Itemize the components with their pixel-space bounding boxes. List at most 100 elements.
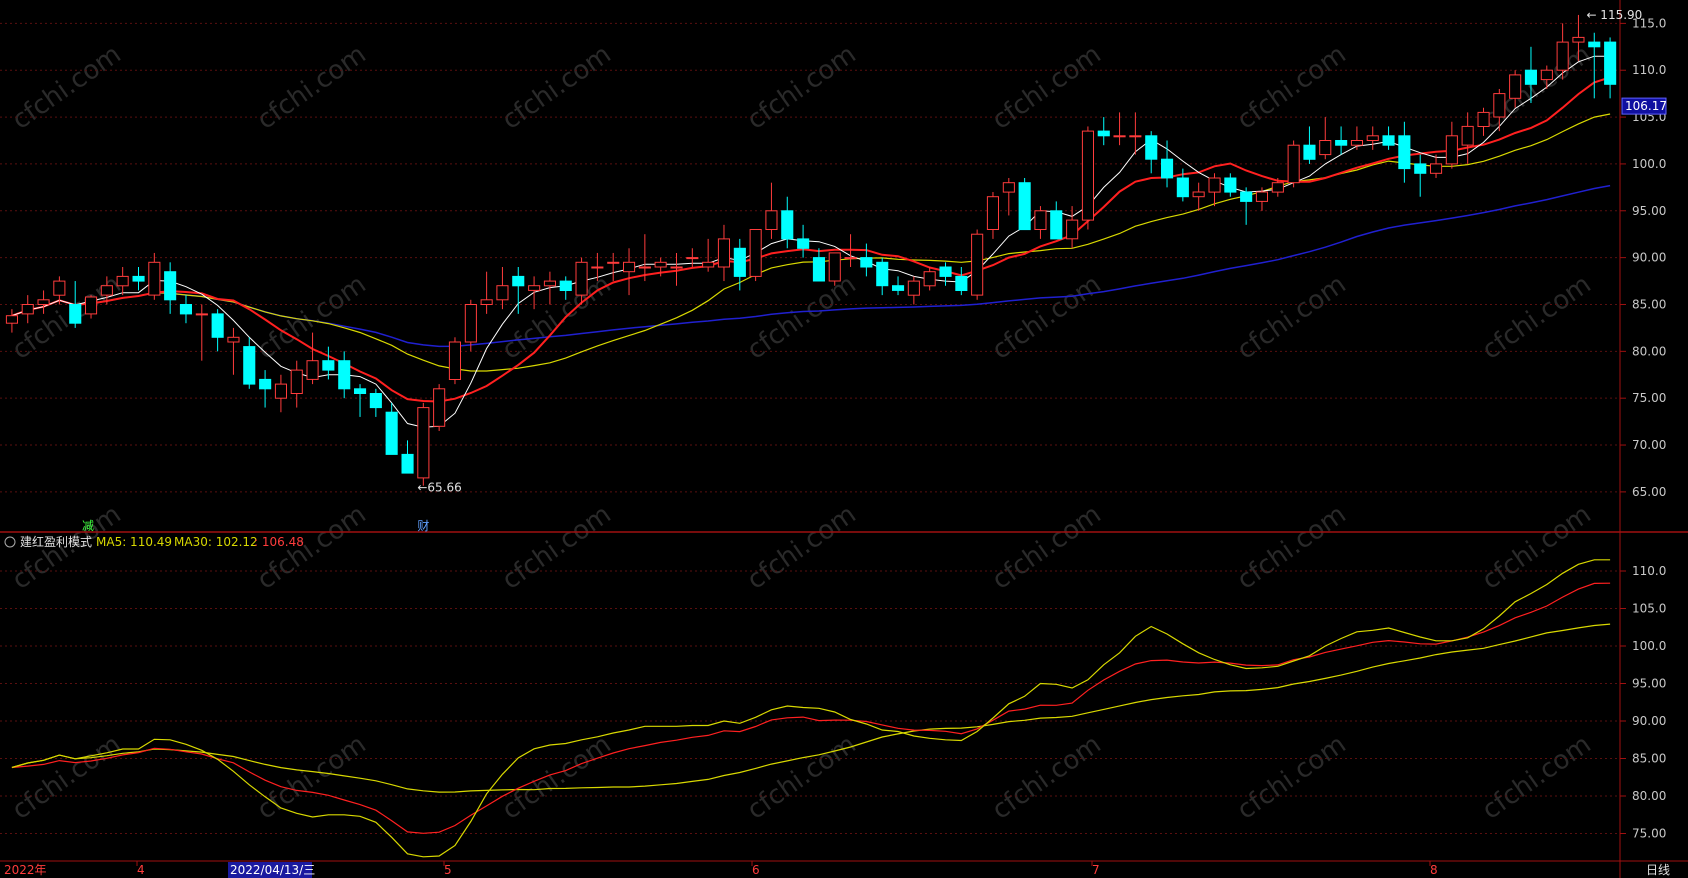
candle (464, 299, 477, 352)
indicator-collapse-icon[interactable] (4, 536, 16, 548)
candle (227, 327, 240, 375)
y-tick-label: 90.00 (1632, 251, 1666, 265)
candle (1018, 177, 1031, 231)
watermark-text: cfchi.com (987, 39, 1107, 135)
watermark-text: cfchi.com (1477, 499, 1597, 595)
candle (892, 276, 905, 296)
y-tick-label: 105.0 (1632, 602, 1666, 616)
candle (717, 224, 731, 282)
candle (733, 238, 746, 291)
candle (1034, 206, 1047, 239)
candle (53, 276, 66, 305)
y-tick-label: 100.0 (1632, 639, 1666, 653)
watermark-text: cfchi.com (1232, 499, 1352, 595)
high-price-annotation: ← 115.90 (1586, 8, 1642, 22)
candle (1081, 126, 1095, 230)
watermark-text: cfchi.com (497, 39, 617, 135)
candle (1477, 107, 1490, 136)
candle (385, 402, 398, 455)
candle (1445, 121, 1458, 169)
watermark-text: cfchi.com (1232, 729, 1352, 825)
candle (21, 295, 34, 324)
x-label-year: 2022年 (4, 863, 47, 877)
candle (1414, 154, 1427, 197)
candle (164, 262, 177, 314)
watermark-text: cfchi.com (7, 729, 127, 825)
y-tick-label: 70.00 (1632, 438, 1666, 452)
ma20-line (11, 113, 1611, 372)
x-label-august: 8 (1430, 863, 1438, 877)
x-label-may: 5 (444, 863, 452, 877)
watermark-text: cfchi.com (1232, 39, 1352, 135)
candle (148, 252, 161, 300)
candle (274, 374, 287, 413)
candle (354, 384, 367, 417)
candle (69, 281, 82, 328)
candle (5, 309, 19, 333)
candle (1382, 126, 1395, 150)
candle (828, 252, 841, 286)
candle (749, 229, 762, 282)
candle (986, 192, 1000, 239)
last-price-tag-label: 106.17 (1625, 99, 1667, 113)
candle (37, 290, 50, 314)
candle (306, 332, 319, 385)
candle (607, 252, 620, 282)
x-label-july: 7 (1092, 863, 1100, 877)
candle (1066, 206, 1079, 249)
candle (1319, 117, 1332, 160)
watermark-text: cfchi.com (742, 729, 862, 825)
candle (290, 360, 303, 408)
candle (433, 384, 446, 431)
watermark-text: cfchi.com (742, 499, 862, 595)
candle (1430, 154, 1443, 178)
y-tick-label: 110.0 (1632, 564, 1666, 578)
indicator-lines (11, 559, 1611, 858)
candle (1604, 37, 1617, 99)
event-marker-finance[interactable]: 财 (417, 519, 429, 533)
candle (132, 267, 145, 291)
low-price-annotation: ←65.66 (417, 481, 461, 495)
candle (1192, 182, 1205, 211)
indicator-ma5-value: MA5: 110.49 (96, 535, 172, 549)
watermark-text: cfchi.com (987, 499, 1107, 595)
candle (1050, 201, 1063, 240)
candle (939, 262, 952, 286)
watermark-text: cfchi.com (497, 499, 617, 595)
y-tick-label: 110.0 (1632, 63, 1666, 77)
y-tick-label: 80.00 (1632, 344, 1666, 358)
candle (211, 309, 224, 352)
candle (1461, 112, 1474, 164)
candle (1161, 140, 1174, 188)
candle (480, 271, 493, 314)
candle (765, 182, 778, 239)
candle (338, 351, 351, 399)
watermark-text: cfchi.com (987, 729, 1107, 825)
indicator-title[interactable]: 建红盈利模式 (20, 534, 92, 549)
stock-chart[interactable]: cfchi.com cfchi.com cfchi.com cfchi.com cfch… (0, 0, 1688, 878)
candle (259, 370, 272, 408)
candle (876, 257, 889, 296)
candle (686, 248, 699, 267)
candle (1287, 140, 1300, 188)
candle (955, 267, 968, 296)
x-label-june: 6 (752, 863, 760, 877)
candle (448, 337, 461, 385)
candle (417, 402, 430, 486)
indicator-red-value: : 106.48 (254, 535, 304, 549)
period-selector[interactable]: 日线 (1646, 863, 1670, 877)
event-marker-reduce[interactable]: 减 (82, 519, 94, 533)
candle (1240, 187, 1253, 225)
y-tick-label: 95.00 (1632, 677, 1666, 691)
candle (1002, 177, 1015, 216)
x-label-april: 4 (137, 863, 145, 877)
watermark-text: cfchi.com (7, 39, 127, 135)
candle (1350, 126, 1364, 150)
candle (812, 248, 826, 282)
candle (1145, 131, 1158, 174)
candle (195, 304, 208, 361)
candle (797, 224, 810, 258)
y-tick-label: 95.00 (1632, 204, 1666, 218)
candle (1398, 121, 1411, 183)
x-cursor-date: 2022/04/13/三 (230, 863, 315, 877)
